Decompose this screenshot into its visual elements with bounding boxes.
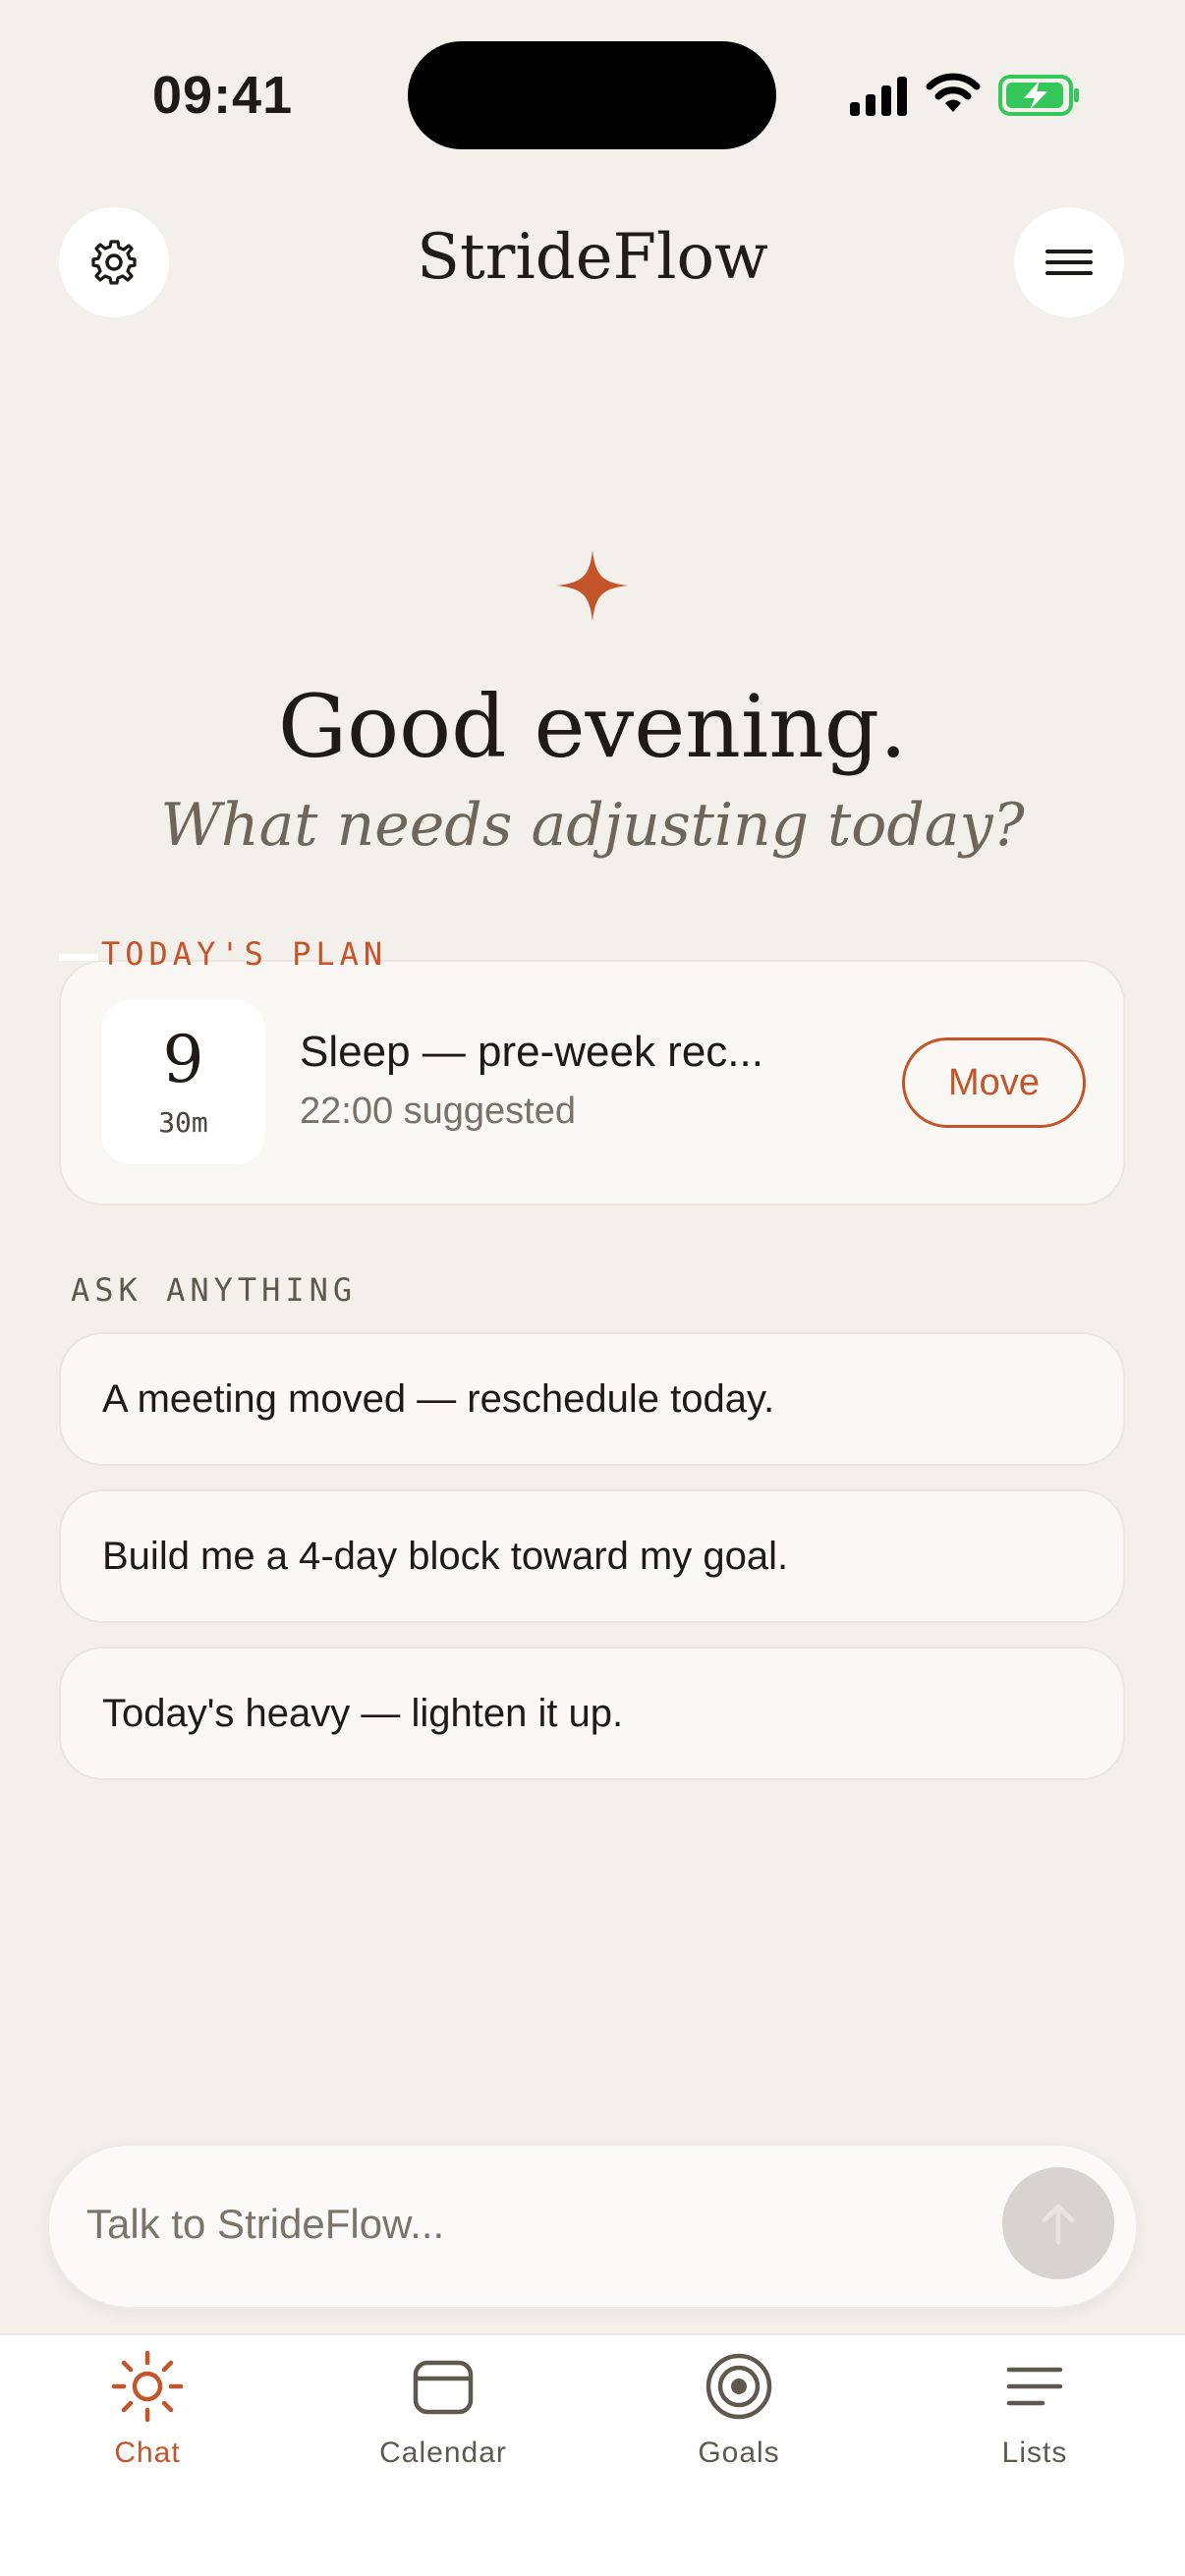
cellular-signal-icon (850, 77, 907, 116)
menu-button[interactable] (1014, 207, 1124, 317)
arrow-up-icon (1042, 2204, 1075, 2245)
todays-plan-label: TODAY'S PLAN (101, 935, 388, 973)
dynamic-island (408, 41, 776, 149)
calendar-icon (413, 2360, 474, 2415)
plan-item-subtitle: 22:00 suggested (300, 1091, 577, 1132)
ask-anything-label: ASK ANYTHING (71, 1271, 358, 1309)
tab-goals[interactable]: Goals (641, 2346, 837, 2470)
app-title: StrideFlow (417, 221, 768, 294)
plan-duration: 30m (158, 1106, 208, 1139)
status-time: 09:41 (152, 66, 294, 125)
suggestion-build-block[interactable]: Build me a 4-day block toward my goal. (59, 1489, 1125, 1623)
target-icon (705, 2353, 772, 2420)
tab-calendar[interactable]: Calendar (345, 2346, 541, 2470)
tab-label-calendar: Calendar (379, 2436, 507, 2469)
section-divider (59, 954, 98, 961)
tab-lists[interactable]: Lists (936, 2346, 1133, 2470)
tab-label-lists: Lists (1001, 2436, 1068, 2469)
plan-item-title: Sleep — pre-week rec... (300, 1028, 763, 1076)
suggestion-reschedule[interactable]: A meeting moved — reschedule today. (59, 1332, 1125, 1466)
plan-day: 9 (162, 1022, 204, 1097)
lines-icon (1006, 2367, 1063, 2406)
send-button[interactable] (1002, 2167, 1114, 2279)
suggestion-lighten[interactable]: Today's heavy — lighten it up. (59, 1647, 1125, 1780)
greeting-subtitle: What needs adjusting today? (160, 791, 1025, 860)
tab-chat[interactable]: Chat (49, 2346, 246, 2470)
sparkle-icon (557, 550, 628, 621)
battery-icon (998, 75, 1079, 116)
tab-label-goals: Goals (698, 2436, 780, 2469)
move-button[interactable]: Move (902, 1037, 1086, 1128)
chat-input-placeholder: Talk to StrideFlow... (86, 2201, 445, 2247)
hamburger-menu-icon (1045, 250, 1093, 275)
wifi-icon (926, 73, 981, 112)
tab-label-chat: Chat (114, 2436, 181, 2469)
sun-icon (111, 2350, 184, 2423)
greeting-heading: Good evening. (277, 676, 908, 777)
